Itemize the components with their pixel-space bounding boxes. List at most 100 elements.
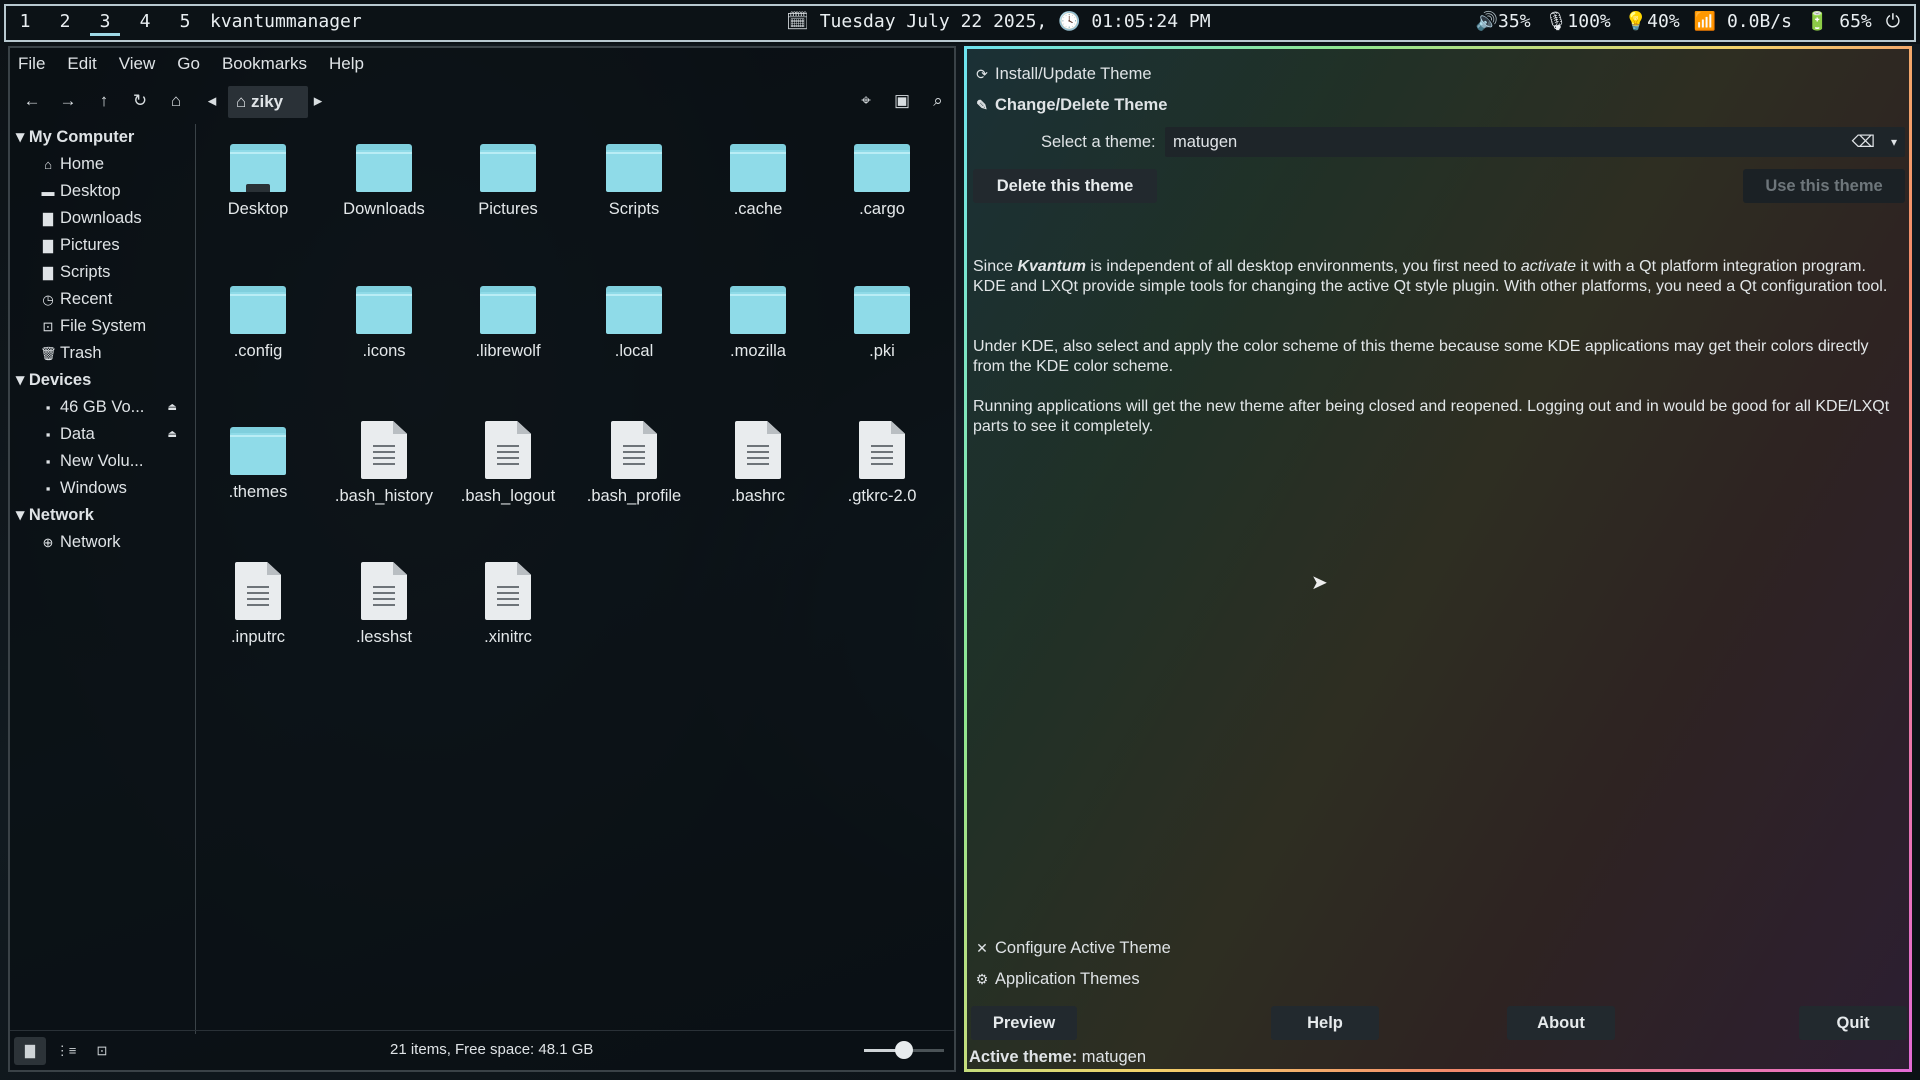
folder-item[interactable]: Downloads (324, 128, 444, 258)
folder-item[interactable]: Scripts (574, 128, 694, 258)
places-view-icon[interactable]: ▇ (14, 1037, 46, 1065)
workspace-2[interactable]: 2 (50, 10, 80, 36)
sidebar-item-recent[interactable]: ◷ Recent (10, 286, 195, 313)
breadcrumb[interactable]: ⌂ ziky (228, 86, 308, 118)
item-name: Pictures (478, 200, 538, 218)
theme-combobox[interactable]: matugen ⌫ ▾ (1165, 127, 1905, 157)
sidebar-item-file-system[interactable]: ⊡ File System (10, 313, 195, 340)
drive-icon: ▪ (45, 427, 51, 442)
brightness-indicator[interactable]: 💡40% (1625, 10, 1680, 34)
zoom-slider[interactable] (864, 1041, 944, 1059)
tree-view-icon[interactable]: ⋮≡ (50, 1037, 82, 1065)
sidebar-item-device[interactable]: ▪ Data ⏏ (10, 421, 195, 448)
power-icon[interactable]: ⏻ (1886, 10, 1900, 34)
location-icon[interactable]: ⌖ (852, 88, 880, 114)
sidebar-item-scripts[interactable]: ▇ Scripts (10, 259, 195, 286)
sidebar-item-pictures[interactable]: ▇ Pictures (10, 232, 195, 259)
file-item[interactable]: .bash_history (324, 411, 444, 541)
file-item[interactable]: .bash_logout (448, 411, 568, 541)
folder-icon (606, 144, 662, 192)
menu-file[interactable]: File (18, 54, 45, 76)
workspace-1[interactable]: 1 (10, 10, 40, 36)
terminal-icon[interactable]: ▣ (888, 88, 916, 114)
sidebar-item-home[interactable]: ⌂ Home (10, 151, 195, 178)
menu-view[interactable]: View (119, 54, 156, 76)
text-file-icon (485, 562, 531, 620)
mic-indicator[interactable]: 🎙100% (1545, 10, 1611, 34)
file-item[interactable]: .bashrc (698, 411, 818, 541)
folder-item[interactable]: .librewolf (448, 270, 568, 400)
sidebar-item-trash[interactable]: 🗑 Trash (10, 340, 195, 367)
crumb-left-icon[interactable]: ◂ (202, 88, 222, 114)
quit-button[interactable]: Quit (1799, 1006, 1907, 1040)
folder-item[interactable]: .cargo (822, 128, 942, 258)
sidebar-header-network[interactable]: ▾ Network (10, 502, 195, 529)
menu-edit[interactable]: Edit (67, 54, 96, 76)
toggle-sidebar-icon[interactable]: ⊡ (86, 1037, 118, 1065)
workspace-5[interactable]: 5 (170, 10, 200, 36)
eject-icon[interactable]: ⏏ (168, 421, 177, 448)
folder-item[interactable]: Pictures (448, 128, 568, 258)
application-themes-section[interactable]: ⚙ Application Themes (973, 965, 1140, 993)
menu-help[interactable]: Help (329, 54, 364, 76)
reload-icon[interactable]: ↻ (126, 88, 154, 114)
file-manager-window: File Edit View Go Bookmarks Help ← → ↑ ↻… (8, 46, 956, 1072)
menu-bookmarks[interactable]: Bookmarks (222, 54, 307, 76)
item-name: .local (614, 342, 654, 360)
item-name: Desktop (227, 200, 289, 218)
folder-item[interactable]: .themes (198, 411, 318, 541)
folder-icon (854, 144, 910, 192)
folder-item[interactable]: Desktop (198, 128, 318, 258)
sidebar-item-downloads[interactable]: ▇ Downloads (10, 205, 195, 232)
about-button[interactable]: About (1507, 1006, 1615, 1040)
chevron-down-icon[interactable]: ▾ (1891, 127, 1897, 157)
folder-item[interactable]: .local (574, 270, 694, 400)
folder-item[interactable]: .config (198, 270, 318, 400)
folder-item[interactable]: .icons (324, 270, 444, 400)
home-icon[interactable]: ⌂ (162, 88, 190, 114)
battery-indicator[interactable]: 🔋 65% (1806, 10, 1872, 34)
toolbar: ← → ↑ ↻ ⌂ ◂ ⌂ ziky ▸ ⌖ ▣ ⌕ (10, 84, 954, 118)
folder-item[interactable]: .mozilla (698, 270, 818, 400)
status-area: 🔊35% 🎙100% 💡40% 📶 0.0B/s 🔋 65% ⏻ (1476, 10, 1900, 34)
help-button[interactable]: Help (1271, 1006, 1379, 1040)
clock[interactable]: 🗓 Tuesday July 22 2025, 🕓 01:05:24 PM (786, 10, 1211, 34)
sidebar-header-my-computer[interactable]: ▾ My Computer (10, 124, 195, 151)
clear-icon[interactable]: ⌫ (1852, 127, 1875, 157)
forward-icon[interactable]: → (54, 88, 82, 114)
preview-button[interactable]: Preview (971, 1006, 1077, 1040)
sidebar-item-desktop[interactable]: ▬ Desktop (10, 178, 195, 205)
file-item[interactable]: .inputrc (198, 552, 318, 682)
eject-icon[interactable]: ⏏ (168, 394, 177, 421)
crumb-right-icon[interactable]: ▸ (308, 88, 328, 114)
use-theme-button[interactable]: Use this theme (1743, 169, 1905, 203)
menu-go[interactable]: Go (177, 54, 200, 76)
search-icon[interactable]: ⌕ (924, 88, 952, 114)
delete-theme-button[interactable]: Delete this theme (973, 169, 1157, 203)
item-name: .bashrc (730, 487, 786, 505)
change-delete-section[interactable]: ✎ Change/Delete Theme (973, 91, 1167, 119)
sidebar-header-devices[interactable]: ▾ Devices (10, 367, 195, 394)
install-update-section[interactable]: ⟳ Install/Update Theme (973, 60, 1151, 88)
back-icon[interactable]: ← (18, 88, 46, 114)
sidebar-item-network[interactable]: ⊕ Network (10, 529, 195, 556)
network-indicator[interactable]: 📶 0.0B/s (1694, 10, 1792, 34)
zoom-slider-handle[interactable] (895, 1041, 913, 1059)
sidebar-item-device[interactable]: ▪ New Volu... (10, 448, 195, 475)
sidebar-item-device[interactable]: ▪ 46 GB Vo... ⏏ (10, 394, 195, 421)
file-item[interactable]: .lesshst (324, 552, 444, 682)
item-name: .config (233, 342, 283, 360)
file-item[interactable]: .xinitrc (448, 552, 568, 682)
up-icon[interactable]: ↑ (90, 88, 118, 114)
file-item[interactable]: .bash_profile (574, 411, 694, 541)
trash-icon: 🗑 (40, 346, 57, 361)
folder-icon: ▇ (43, 238, 53, 253)
sidebar-item-device[interactable]: ▪ Windows (10, 475, 195, 502)
folder-item[interactable]: .pki (822, 270, 942, 400)
volume-indicator[interactable]: 🔊35% (1476, 10, 1531, 34)
folder-item[interactable]: .cache (698, 128, 818, 258)
workspace-3[interactable]: 3 (90, 10, 120, 36)
file-item[interactable]: .gtkrc-2.0 (822, 411, 942, 541)
configure-active-theme-section[interactable]: ✕ Configure Active Theme (973, 934, 1171, 962)
workspace-4[interactable]: 4 (130, 10, 160, 36)
